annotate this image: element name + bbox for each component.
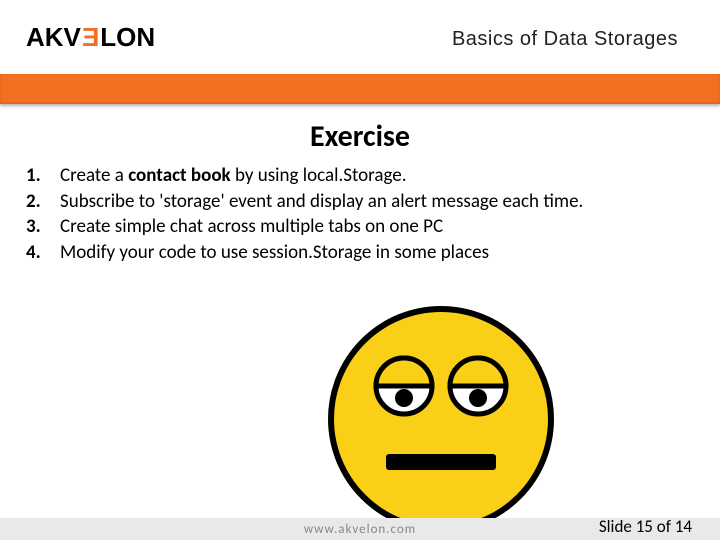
list-item: 1. Create a contact book by using local.… (26, 164, 694, 189)
list-text-pre: Create simple chat across multiple tabs … (60, 215, 443, 238)
slide-number: Slide 15 of 14 (599, 516, 692, 537)
list-number: 2. (26, 190, 60, 215)
subtitle: Basics of Data Storages (452, 28, 678, 51)
logo-text-2: LON (100, 22, 155, 53)
logo-text-1: AKV (26, 22, 81, 53)
list-text-pre: Modify your code to use session.Storage … (60, 241, 489, 264)
list-item: 4. Modify your code to use session.Stora… (26, 241, 694, 266)
list-text-post: by using local.Storage. (231, 164, 407, 187)
header-bar: AKV E LON Basics of Data Storages (0, 0, 720, 74)
orange-divider (0, 74, 720, 104)
logo-e-icon: E (82, 22, 99, 53)
list-item: 3. Create simple chat across multiple ta… (26, 215, 694, 240)
list-text-pre: Subscribe to 'storage' event and display… (60, 190, 583, 213)
list-text: Modify your code to use session.Storage … (60, 241, 489, 266)
list-text: Create a contact book by using local.Sto… (60, 164, 407, 189)
logo: AKV E LON (26, 22, 155, 53)
list-text: Create simple chat across multiple tabs … (60, 215, 443, 240)
exercise-list: 1. Create a contact book by using local.… (26, 164, 694, 267)
list-number: 3. (26, 215, 60, 240)
list-item: 2. Subscribe to 'storage' event and disp… (26, 190, 694, 215)
list-text-bold: contact book (128, 164, 230, 187)
list-number: 1. (26, 164, 60, 189)
list-text-pre: Create a (60, 164, 128, 187)
list-text: Subscribe to 'storage' event and display… (60, 190, 583, 215)
list-number: 4. (26, 241, 60, 266)
page-title: Exercise (0, 118, 720, 155)
slide: AKV E LON Basics of Data Storages Exerci… (0, 0, 720, 540)
face-icon (326, 304, 556, 534)
